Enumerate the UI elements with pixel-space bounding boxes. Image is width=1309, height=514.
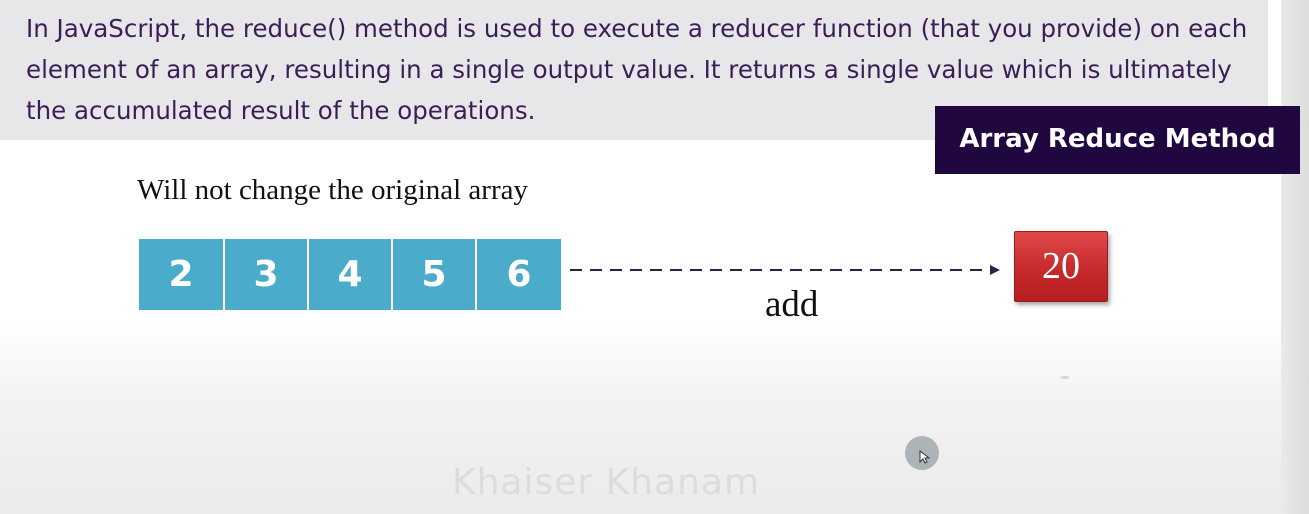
slide-title: Array Reduce Method <box>935 106 1300 174</box>
array-cell: 6 <box>476 238 562 311</box>
watermark-text: Khaiser Khanam <box>452 462 761 503</box>
array-cell: 4 <box>308 238 392 311</box>
array-cells: 2 3 4 5 6 <box>138 238 562 311</box>
result-box: 20 <box>1014 231 1108 302</box>
array-cell: 5 <box>392 238 476 311</box>
operation-label: add <box>765 284 819 325</box>
dashed-arrow-right-icon <box>570 265 1000 275</box>
array-cell: 2 <box>138 238 224 311</box>
decorative-speck <box>1061 376 1069 379</box>
array-cell: 3 <box>224 238 308 311</box>
pointer-cursor-icon <box>905 436 939 470</box>
right-edge-bar <box>1281 0 1309 514</box>
subtitle-text: Will not change the original array <box>137 174 528 206</box>
